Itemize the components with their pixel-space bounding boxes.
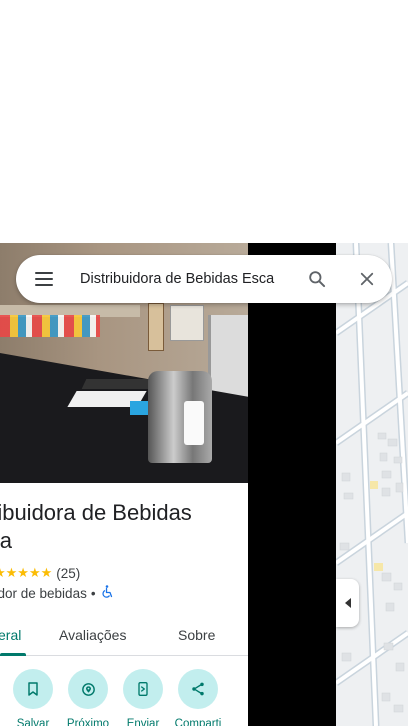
nearby-label: Próximo <box>66 718 110 726</box>
tab-overview[interactable]: eral <box>0 613 21 656</box>
menu-button[interactable] <box>16 255 72 303</box>
share-button[interactable]: Comparti <box>170 669 226 726</box>
tab-reviews[interactable]: Avaliações <box>59 613 126 656</box>
separator: • <box>90 585 96 601</box>
nearby-button[interactable]: Próximo <box>60 669 116 726</box>
place-category[interactable]: edor de bebidas <box>0 586 87 601</box>
active-tab-indicator <box>0 653 26 656</box>
rating-count: (25) <box>56 565 81 581</box>
nearby-icon <box>81 682 95 696</box>
share-label: Comparti <box>174 718 222 726</box>
caret-left-icon <box>344 598 351 608</box>
bookmark-icon <box>28 682 38 696</box>
search-input[interactable] <box>72 255 292 303</box>
place-title: ribuidora de Bebidas lla <box>0 499 240 555</box>
search-button[interactable] <box>292 255 342 303</box>
tab-about[interactable]: Sobre <box>178 613 215 656</box>
maps-window: ribuidora de Bebidas lla ★★★★★ (25) edor… <box>0 0 408 726</box>
search-box <box>16 255 392 303</box>
send-label: Enviar <box>126 718 160 726</box>
share-icon <box>192 682 204 696</box>
close-icon <box>360 272 374 286</box>
category-row: edor de bebidas • <box>0 585 114 601</box>
rating-row[interactable]: ★★★★★ (25) <box>0 565 80 581</box>
place-title-line-2: lla <box>0 528 13 553</box>
send-to-phone-icon <box>138 682 148 696</box>
panel-gap <box>248 243 336 726</box>
action-buttons: Salvar Próximo Enviar Comparti <box>0 669 248 726</box>
rating-stars: ★★★★★ <box>0 565 53 580</box>
save-label: Salvar <box>16 718 50 726</box>
place-panel: ribuidora de Bebidas lla ★★★★★ (25) edor… <box>0 483 248 726</box>
search-icon <box>309 271 326 288</box>
save-button[interactable]: Salvar <box>5 669 61 726</box>
close-button[interactable] <box>342 255 392 303</box>
send-to-phone-button[interactable]: Enviar <box>115 669 171 726</box>
place-tabs: eral Avaliações Sobre <box>0 613 248 656</box>
menu-icon <box>35 272 53 286</box>
map-canvas[interactable] <box>336 243 408 726</box>
collapse-panel-button[interactable] <box>336 579 359 627</box>
place-title-line-1: ribuidora de Bebidas <box>0 500 192 525</box>
wheelchair-icon[interactable] <box>102 585 114 601</box>
